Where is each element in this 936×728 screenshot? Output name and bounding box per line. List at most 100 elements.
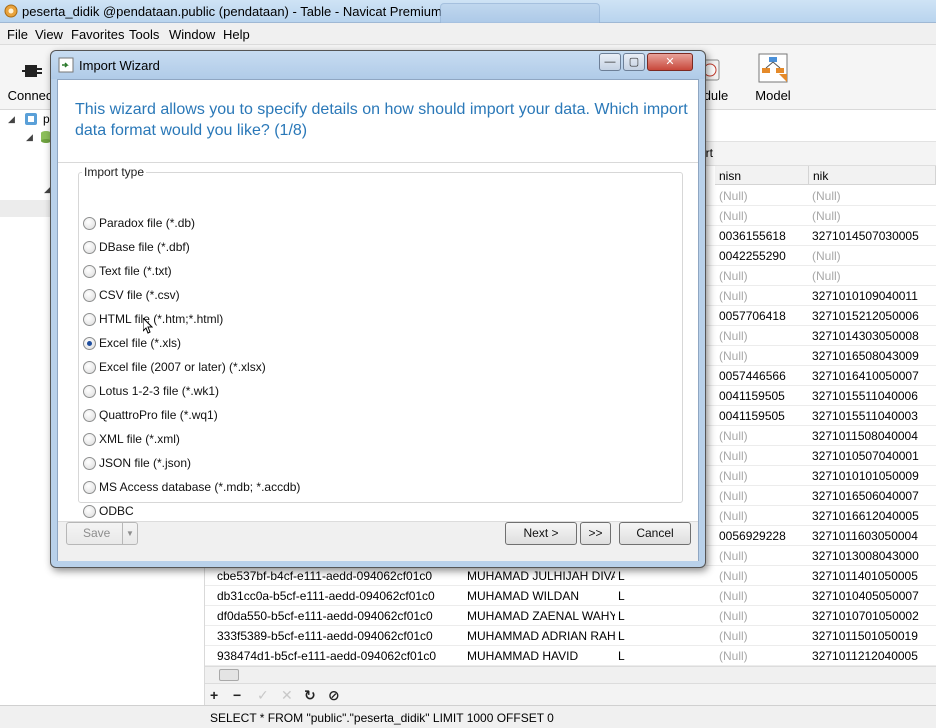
- cell-nisn[interactable]: (Null): [719, 449, 809, 463]
- scroll-thumb[interactable]: [219, 669, 239, 681]
- table-row[interactable]: df0da550-b5cf-e111-aedd-094062cf01c0 MUHA…: [205, 606, 936, 626]
- cell-name[interactable]: MUHAMAD WILDAN: [467, 589, 615, 603]
- import-option-label[interactable]: Excel file (2007 or later) (*.xlsx): [99, 360, 266, 374]
- cell-id[interactable]: 333f5389-b5cf-e111-aedd-094062cf01c0: [217, 629, 465, 643]
- cell-nisn[interactable]: (Null): [719, 209, 809, 223]
- cell-nisn[interactable]: (Null): [719, 649, 809, 663]
- cell-nisn[interactable]: (Null): [719, 549, 809, 563]
- cell-id[interactable]: db31cc0a-b5cf-e111-aedd-094062cf01c0: [217, 589, 465, 603]
- radio-button[interactable]: [83, 217, 96, 230]
- import-option-label[interactable]: QuattroPro file (*.wq1): [99, 408, 218, 422]
- table-row[interactable]: db31cc0a-b5cf-e111-aedd-094062cf01c0 MUHA…: [205, 586, 936, 606]
- cell-nik[interactable]: 3271011603050004: [812, 529, 936, 543]
- model-button[interactable]: Model: [748, 45, 798, 107]
- import-option-label[interactable]: MS Access database (*.mdb; *.accdb): [99, 480, 300, 494]
- cell-nisn[interactable]: (Null): [719, 469, 809, 483]
- save-dropdown-icon[interactable]: ▼: [122, 523, 137, 544]
- cell-name[interactable]: MUHAMMAD HAVID: [467, 649, 615, 663]
- radio-button[interactable]: [83, 241, 96, 254]
- cell-nisn[interactable]: 0057446566: [719, 369, 809, 383]
- horizontal-scrollbar[interactable]: [205, 666, 936, 683]
- cell-nisn[interactable]: 0036155618: [719, 229, 809, 243]
- menu-help[interactable]: Help: [223, 27, 250, 42]
- radio-button[interactable]: [83, 313, 96, 326]
- expand-arrow-icon[interactable]: ◢: [8, 114, 15, 125]
- menu-file[interactable]: File: [7, 27, 28, 42]
- radio-button[interactable]: [83, 481, 96, 494]
- table-row[interactable]: 938474d1-b5cf-e111-aedd-094062cf01c0 MUHA…: [205, 646, 936, 666]
- dialog-title-bar[interactable]: Import Wizard — ▢ ✕: [51, 51, 705, 79]
- cell-nisn[interactable]: (Null): [719, 429, 809, 443]
- cell-name[interactable]: MUHAMMAD ADRIAN RAH: [467, 629, 615, 643]
- delete-record-icon[interactable]: −: [233, 687, 241, 703]
- tree-node-label[interactable]: p: [43, 112, 50, 126]
- cell-name[interactable]: MUHAMAD ZAENAL WAHY: [467, 609, 615, 623]
- column-header-nik[interactable]: nik: [809, 166, 936, 185]
- cell-id[interactable]: cbe537bf-b4cf-e111-aedd-094062cf01c0: [217, 569, 465, 583]
- cancel-button[interactable]: Cancel: [619, 522, 691, 545]
- close-button[interactable]: ✕: [647, 53, 693, 71]
- cell-nik[interactable]: 3271013008043000: [812, 549, 936, 563]
- radio-button[interactable]: [83, 505, 96, 518]
- import-option-label[interactable]: XML file (*.xml): [99, 432, 180, 446]
- save-button[interactable]: Save ▼: [66, 522, 138, 545]
- finish-jump-button[interactable]: >>: [580, 522, 611, 545]
- cell-nik[interactable]: 3271014507030005: [812, 229, 936, 243]
- cell-nisn[interactable]: (Null): [719, 329, 809, 343]
- table-row[interactable]: cbe537bf-b4cf-e111-aedd-094062cf01c0 MUHA…: [205, 566, 936, 586]
- radio-button[interactable]: [83, 433, 96, 446]
- expand-arrow-icon-2[interactable]: ◢: [26, 132, 33, 143]
- cell-nik[interactable]: 3271016506040007: [812, 489, 936, 503]
- radio-button[interactable]: [83, 337, 96, 350]
- import-option-label[interactable]: CSV file (*.csv): [99, 288, 180, 302]
- cell-jk[interactable]: L: [618, 589, 708, 603]
- import-option-label[interactable]: HTML file (*.htm;*.html): [99, 312, 223, 326]
- import-option-label[interactable]: DBase file (*.dbf): [99, 240, 190, 254]
- radio-button[interactable]: [83, 289, 96, 302]
- cell-nik[interactable]: (Null): [812, 269, 936, 283]
- cell-nik[interactable]: 3271014303050008: [812, 329, 936, 343]
- cell-nik[interactable]: 3271016410050007: [812, 369, 936, 383]
- cell-nisn[interactable]: 0057706418: [719, 309, 809, 323]
- connection-button[interactable]: Connec: [6, 45, 54, 107]
- radio-button[interactable]: [83, 409, 96, 422]
- radio-button[interactable]: [83, 457, 96, 470]
- cell-nik[interactable]: 3271016508043009: [812, 349, 936, 363]
- menu-tools[interactable]: Tools: [129, 27, 159, 42]
- cell-nisn[interactable]: (Null): [719, 289, 809, 303]
- cell-nik[interactable]: 3271010405050007: [812, 589, 936, 603]
- radio-button[interactable]: [83, 265, 96, 278]
- cell-nisn[interactable]: 0041159505: [719, 409, 809, 423]
- cell-nik[interactable]: 3271010507040001: [812, 449, 936, 463]
- import-option-label[interactable]: Text file (*.txt): [99, 264, 172, 278]
- cell-nik[interactable]: 3271015511040003: [812, 409, 936, 423]
- column-header-nisn[interactable]: nisn: [715, 166, 809, 185]
- cell-nik[interactable]: (Null): [812, 249, 936, 263]
- cell-nik[interactable]: 3271015212050006: [812, 309, 936, 323]
- radio-button[interactable]: [83, 385, 96, 398]
- cell-nik[interactable]: 3271011501050019: [812, 629, 936, 643]
- maximize-button[interactable]: ▢: [623, 53, 645, 71]
- cell-name[interactable]: MUHAMAD JULHIJAH DIVAI: [467, 569, 615, 583]
- add-record-icon[interactable]: +: [210, 687, 218, 703]
- cell-nisn[interactable]: (Null): [719, 489, 809, 503]
- cell-nisn[interactable]: 0041159505: [719, 389, 809, 403]
- cell-nik[interactable]: (Null): [812, 209, 936, 223]
- import-option-label[interactable]: Paradox file (*.db): [99, 216, 195, 230]
- cell-nisn[interactable]: 0042255290: [719, 249, 809, 263]
- cell-nik[interactable]: 3271015511040006: [812, 389, 936, 403]
- apply-changes-icon[interactable]: ✓: [257, 687, 269, 704]
- cell-nik[interactable]: 3271011508040004: [812, 429, 936, 443]
- menu-favorites[interactable]: Favorites: [71, 27, 124, 42]
- cell-nisn[interactable]: (Null): [719, 629, 809, 643]
- cell-jk[interactable]: L: [618, 609, 708, 623]
- cell-nik[interactable]: 3271010109040011: [812, 289, 936, 303]
- cell-nisn[interactable]: (Null): [719, 609, 809, 623]
- cell-jk[interactable]: L: [618, 569, 708, 583]
- cell-nik[interactable]: 3271010101050009: [812, 469, 936, 483]
- minimize-button[interactable]: —: [599, 53, 621, 71]
- discard-changes-icon[interactable]: ✕: [281, 687, 293, 704]
- cell-nisn[interactable]: 0056929228: [719, 529, 809, 543]
- cell-nisn[interactable]: (Null): [719, 189, 809, 203]
- cell-id[interactable]: df0da550-b5cf-e111-aedd-094062cf01c0: [217, 609, 465, 623]
